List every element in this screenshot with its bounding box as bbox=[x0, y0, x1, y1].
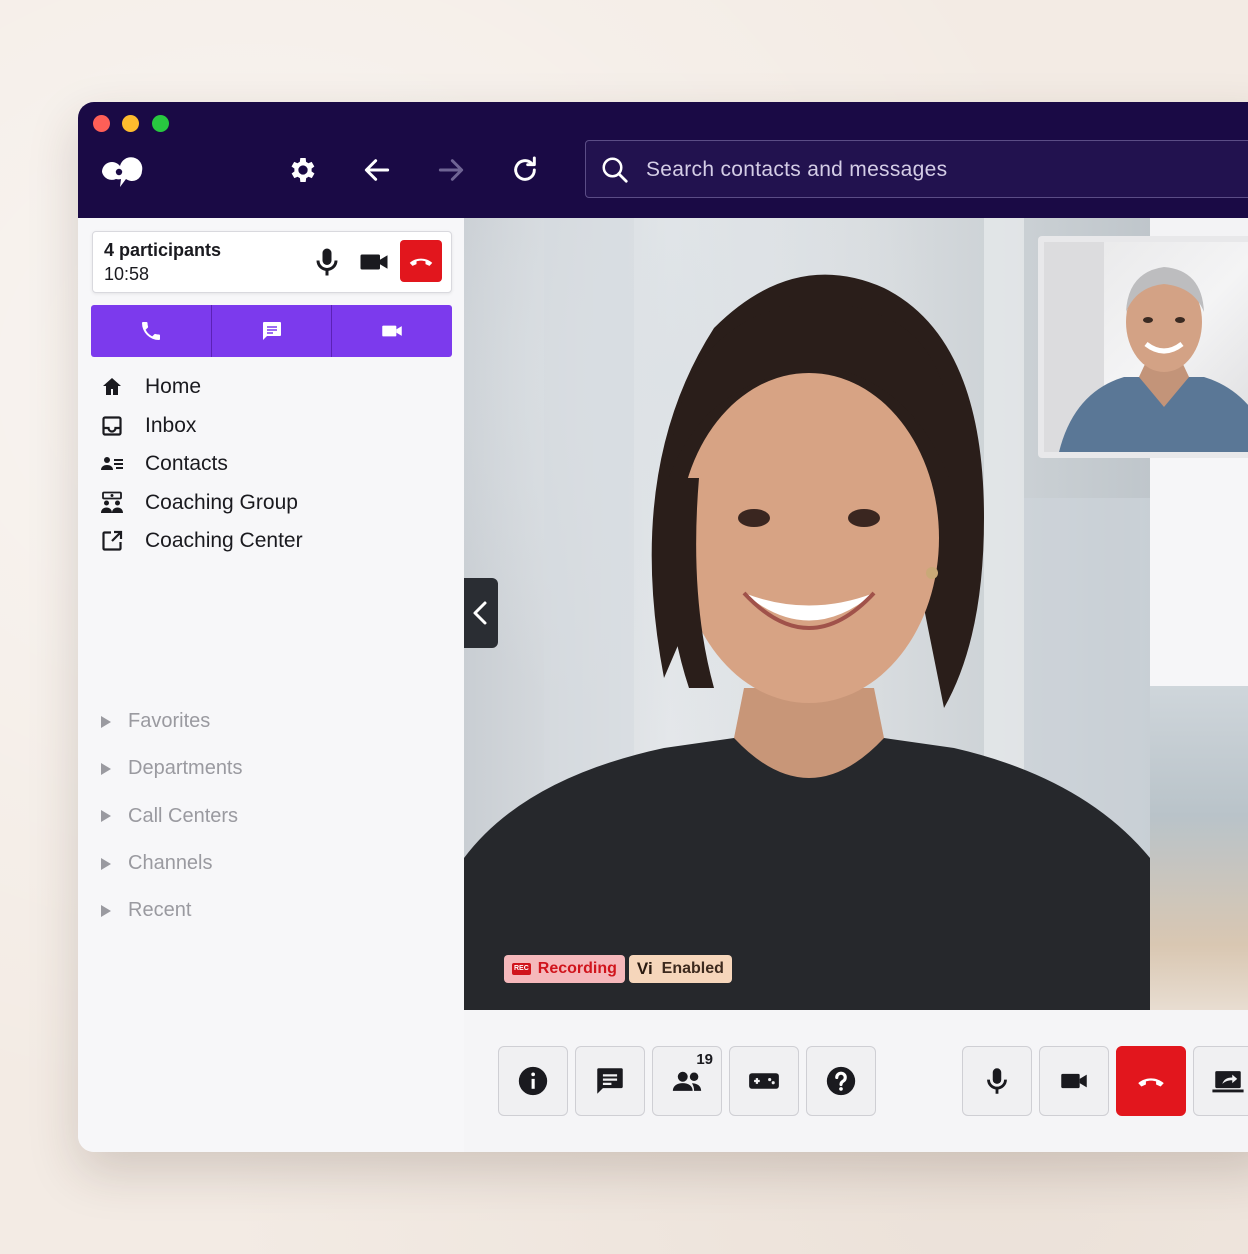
chevron-left-icon bbox=[473, 601, 487, 625]
participants-button[interactable]: 19 bbox=[652, 1046, 722, 1116]
nav-item-label: Coaching Group bbox=[145, 490, 298, 514]
chat-icon bbox=[597, 1068, 623, 1094]
coaching-group-icon bbox=[101, 491, 123, 513]
help-button[interactable] bbox=[806, 1046, 876, 1116]
expand-triangle-icon bbox=[101, 810, 111, 823]
message-icon bbox=[262, 322, 281, 340]
window-minimize-button[interactable] bbox=[122, 115, 139, 132]
video-camera-icon[interactable] bbox=[356, 244, 392, 280]
section-recent[interactable]: Recent bbox=[100, 887, 191, 934]
help-question-icon bbox=[826, 1066, 856, 1096]
search-bar[interactable] bbox=[585, 140, 1248, 198]
games-button[interactable] bbox=[729, 1046, 799, 1116]
vi-icon: Vi bbox=[636, 959, 653, 978]
participants-count-badge: 19 bbox=[696, 1051, 713, 1068]
rec-icon: REC bbox=[512, 963, 531, 975]
title-bar bbox=[78, 102, 1248, 218]
nav-item-label: Coaching Center bbox=[145, 529, 303, 553]
section-label: Call Centers bbox=[128, 804, 239, 827]
expand-triangle-icon bbox=[101, 715, 111, 728]
vi-enabled-label: Enabled bbox=[661, 960, 724, 977]
info-icon bbox=[518, 1066, 548, 1096]
search-icon bbox=[602, 157, 628, 183]
window-maximize-button[interactable] bbox=[152, 115, 169, 132]
mute-mic-icon[interactable] bbox=[309, 244, 345, 280]
settings-gear-icon[interactable] bbox=[287, 154, 319, 186]
collapse-sidebar-button[interactable] bbox=[464, 578, 498, 648]
new-video-button[interactable] bbox=[332, 305, 452, 357]
expand-triangle-icon bbox=[101, 762, 111, 775]
participant-tile-empty bbox=[1150, 458, 1248, 686]
hang-up-icon bbox=[409, 258, 433, 266]
participant-thumbnail-video[interactable] bbox=[1038, 236, 1248, 458]
vi-enabled-badge: Vi Enabled bbox=[628, 955, 732, 983]
call-info-button[interactable] bbox=[498, 1046, 568, 1116]
video-camera-icon bbox=[1061, 1073, 1087, 1089]
phone-icon bbox=[141, 322, 160, 340]
section-channels[interactable]: Channels bbox=[100, 840, 213, 887]
participant-person-image bbox=[1044, 242, 1248, 452]
section-favorites[interactable]: Favorites bbox=[100, 698, 210, 745]
nav-item-home[interactable]: Home bbox=[100, 368, 201, 407]
section-label: Departments bbox=[128, 757, 243, 780]
nav-item-contacts[interactable]: Contacts bbox=[100, 445, 228, 484]
nav-item-inbox[interactable]: Inbox bbox=[100, 407, 196, 446]
mute-button[interactable] bbox=[962, 1046, 1032, 1116]
search-input[interactable] bbox=[644, 149, 1248, 191]
sidebar: 4 participants 10:58 Home Inbox Contacts… bbox=[78, 218, 464, 1152]
active-call-card[interactable]: 4 participants 10:58 bbox=[92, 231, 452, 293]
share-screen-icon bbox=[1212, 1071, 1244, 1093]
video-camera-icon bbox=[382, 325, 402, 337]
main-nav: Home Inbox Contacts Coaching Group Coach… bbox=[100, 368, 303, 561]
new-call-button[interactable] bbox=[91, 305, 212, 357]
participant-tile-video[interactable] bbox=[1150, 686, 1248, 1010]
nav-item-coaching-group[interactable]: Coaching Group bbox=[100, 484, 298, 523]
dialpad-logo-icon bbox=[102, 157, 143, 187]
home-icon bbox=[103, 378, 121, 396]
call-status-badges: REC Recording Vi Enabled bbox=[504, 955, 732, 983]
section-label: Channels bbox=[128, 852, 213, 875]
quick-action-bar bbox=[91, 305, 452, 357]
forward-arrow-icon[interactable] bbox=[435, 154, 467, 186]
section-departments[interactable]: Departments bbox=[100, 745, 243, 792]
chat-button[interactable] bbox=[575, 1046, 645, 1116]
nav-item-label: Home bbox=[145, 375, 202, 399]
expand-triangle-icon bbox=[101, 857, 111, 870]
back-arrow-icon[interactable] bbox=[361, 154, 393, 186]
section-label: Recent bbox=[128, 899, 192, 922]
share-screen-button[interactable] bbox=[1193, 1046, 1248, 1116]
new-message-button[interactable] bbox=[212, 305, 333, 357]
section-call-centers[interactable]: Call Centers bbox=[100, 793, 238, 840]
external-link-icon bbox=[102, 531, 123, 551]
recording-label: Recording bbox=[537, 960, 617, 977]
contacts-icon bbox=[101, 457, 123, 471]
end-call-button[interactable] bbox=[400, 240, 442, 282]
camera-toggle-button[interactable] bbox=[1039, 1046, 1109, 1116]
refresh-icon[interactable] bbox=[509, 154, 541, 186]
nav-item-coaching-center[interactable]: Coaching Center bbox=[100, 522, 303, 561]
participants-count-label: 4 participants bbox=[104, 240, 222, 260]
hang-up-icon bbox=[1138, 1078, 1164, 1087]
recording-badge: REC Recording bbox=[504, 955, 625, 983]
collapsible-sections: Favorites Departments Call Centers Chann… bbox=[100, 698, 243, 934]
nav-item-label: Contacts bbox=[145, 452, 228, 476]
expand-triangle-icon bbox=[101, 904, 111, 917]
video-call-area: REC Recording Vi Enabled 19 bbox=[464, 218, 1248, 1152]
window-close-button[interactable] bbox=[93, 115, 110, 132]
call-timer: 10:58 bbox=[104, 264, 150, 284]
app-window: 4 participants 10:58 bbox=[78, 102, 1248, 1152]
hang-up-button[interactable] bbox=[1116, 1046, 1186, 1116]
call-controls-bar: 19 bbox=[464, 1010, 1248, 1152]
section-label: Favorites bbox=[128, 710, 211, 733]
microphone-icon bbox=[987, 1068, 1007, 1094]
gamepad-icon bbox=[749, 1073, 779, 1089]
nav-item-label: Inbox bbox=[145, 413, 197, 437]
people-icon bbox=[672, 1071, 702, 1091]
inbox-icon bbox=[102, 416, 122, 436]
